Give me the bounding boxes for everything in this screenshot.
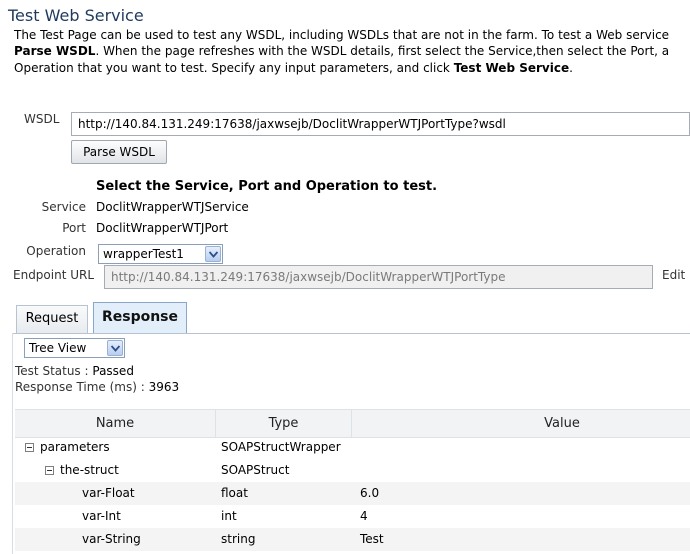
table-row[interactable]: var-Float float 6.0: [15, 482, 690, 505]
wsdl-input[interactable]: http://140.84.131.249:17638/jaxwsejb/Doc…: [71, 112, 690, 136]
row-name: var-String: [82, 532, 141, 546]
column-header-type[interactable]: Type: [216, 410, 351, 437]
collapse-minus-icon[interactable]: [25, 443, 34, 452]
tab-response[interactable]: Response: [93, 302, 187, 334]
row-name: var-Float: [82, 486, 135, 500]
operation-label: Operation: [26, 244, 86, 258]
row-type: SOAPStruct: [221, 463, 290, 477]
row-name: var-Int: [82, 509, 121, 523]
intro-line-2-text: . When the page refreshes with the WSDL …: [95, 44, 670, 58]
service-label: Service: [41, 200, 86, 214]
table-row[interactable]: var-String string Test: [15, 528, 690, 551]
tab-panel-left-border: [12, 333, 13, 554]
intro-line-2: Parse WSDL. When the page refreshes with…: [14, 44, 669, 58]
intro-line-1: The Test Page can be used to test any WS…: [14, 28, 670, 42]
response-time-label: Response Time (ms) :: [15, 380, 145, 394]
row-value: 6.0: [360, 486, 380, 500]
test-status: Test Status : Passed: [15, 364, 134, 378]
tab-panel-border: [12, 333, 690, 334]
edit-link[interactable]: Edit: [662, 268, 685, 282]
test-status-value: Passed: [92, 364, 134, 378]
intro-line-3: Operation that you want to test. Specify…: [14, 61, 573, 75]
row-value: 4: [360, 509, 368, 523]
column-header-value[interactable]: Value: [352, 410, 690, 437]
page-title: Test Web Service: [8, 6, 144, 25]
intro-line-3-text: Operation that you want to test. Specify…: [14, 61, 454, 75]
endpoint-url-field: http://140.84.131.249:17638/jaxwsejb/Doc…: [104, 265, 653, 289]
table-row[interactable]: var-Int int 4: [15, 505, 690, 528]
row-type: string: [221, 532, 256, 546]
chevron-down-icon[interactable]: [205, 246, 221, 262]
column-header-name[interactable]: Name: [15, 410, 215, 437]
response-time-value: 3963: [148, 380, 180, 394]
test-status-label: Test Status :: [15, 364, 89, 378]
port-label: Port: [62, 221, 86, 235]
row-type: float: [221, 486, 248, 500]
response-time: Response Time (ms) : 3963: [15, 380, 179, 394]
row-type: int: [221, 509, 237, 523]
chevron-down-icon[interactable]: [107, 340, 123, 356]
service-value: DoclitWrapperWTJService: [96, 200, 249, 214]
table-row[interactable]: parameters SOAPStructWrapper: [15, 436, 690, 459]
wsdl-label: WSDL: [24, 112, 60, 126]
row-value: Test: [360, 532, 384, 546]
intro-test-web-service-emphasis: Test Web Service: [453, 61, 570, 75]
endpoint-url-label: Endpoint URL: [13, 268, 95, 282]
view-mode-select-value: Tree View: [29, 341, 87, 355]
collapse-minus-icon[interactable]: [45, 466, 54, 475]
operation-select-value: wrapperTest1: [103, 247, 184, 261]
tab-request[interactable]: Request: [16, 305, 88, 333]
intro-line-3-end: .: [569, 61, 573, 75]
intro-parse-wsdl-emphasis: Parse WSDL: [14, 44, 96, 58]
port-value: DoclitWrapperWTJPort: [96, 221, 229, 235]
table-row[interactable]: the-struct SOAPStruct: [15, 459, 690, 482]
selection-heading: Select the Service, Port and Operation t…: [96, 179, 438, 194]
operation-select[interactable]: wrapperTest1: [98, 244, 223, 264]
parse-wsdl-button[interactable]: Parse WSDL: [71, 140, 167, 164]
view-mode-select[interactable]: Tree View: [24, 338, 125, 358]
row-type: SOAPStructWrapper: [221, 440, 341, 454]
row-name: parameters: [40, 440, 110, 454]
row-name: the-struct: [60, 463, 119, 477]
grid-header: Name Type Value: [15, 409, 690, 438]
